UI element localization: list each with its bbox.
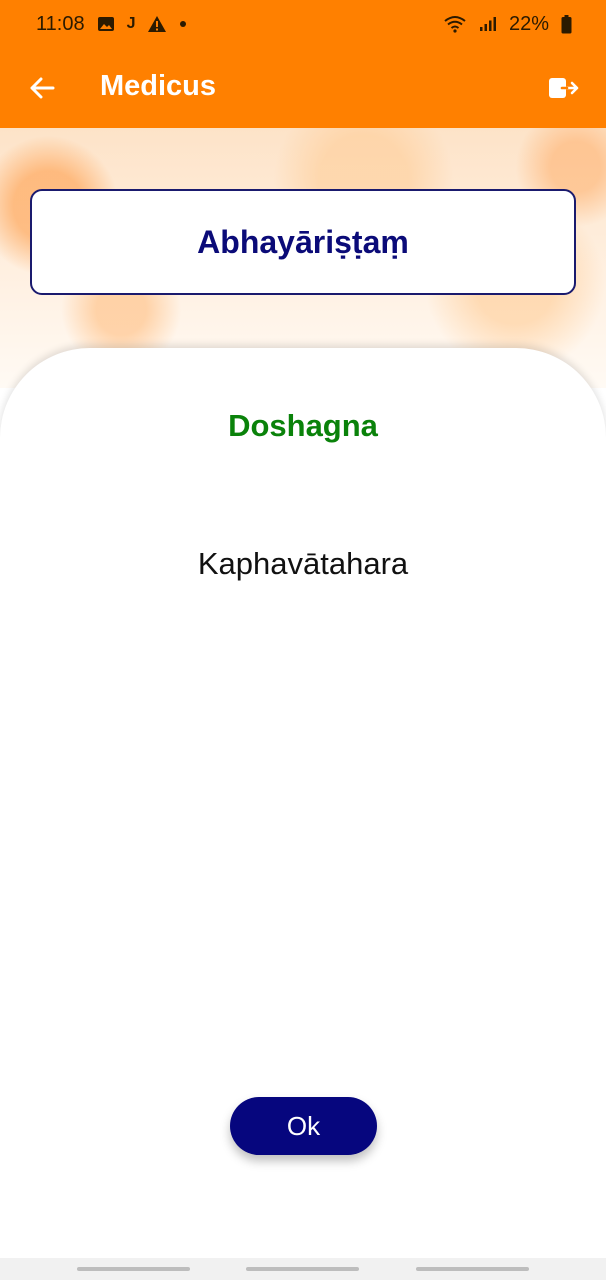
section-value: Kaphavātahara: [197, 546, 409, 581]
logout-button[interactable]: [544, 68, 584, 108]
gallery-icon: [97, 16, 115, 32]
app-title: Medicus: [100, 70, 217, 102]
status-bar: 11:08 J 22%: [0, 0, 606, 48]
dot-icon: [179, 20, 187, 28]
logout-icon: [548, 76, 580, 100]
back-button[interactable]: [22, 68, 62, 108]
nav-back-handle[interactable]: [416, 1267, 529, 1271]
battery-percent: 22%: [508, 12, 549, 35]
status-time: 11:08: [36, 12, 85, 35]
signal-icon: [479, 16, 497, 32]
medicine-name: Abhayāriṣṭaṃ: [197, 223, 409, 260]
wifi-icon: [443, 15, 467, 33]
section-heading: Doshagna: [228, 408, 378, 443]
status-left: 11:08 J: [36, 13, 187, 36]
nav-home-handle[interactable]: [246, 1267, 359, 1271]
warning-icon: [147, 15, 167, 33]
system-nav-bar: [0, 1258, 606, 1280]
app-bar: Medicus: [0, 48, 606, 128]
j-app-icon: J: [126, 15, 136, 32]
nav-recents-handle[interactable]: [77, 1267, 190, 1271]
status-right: 22%: [443, 13, 572, 36]
arrow-left-icon: [29, 77, 55, 99]
battery-icon: [561, 14, 572, 34]
ok-button[interactable]: Ok: [230, 1097, 377, 1155]
medicine-name-card: Abhayāriṣṭaṃ: [30, 189, 576, 295]
